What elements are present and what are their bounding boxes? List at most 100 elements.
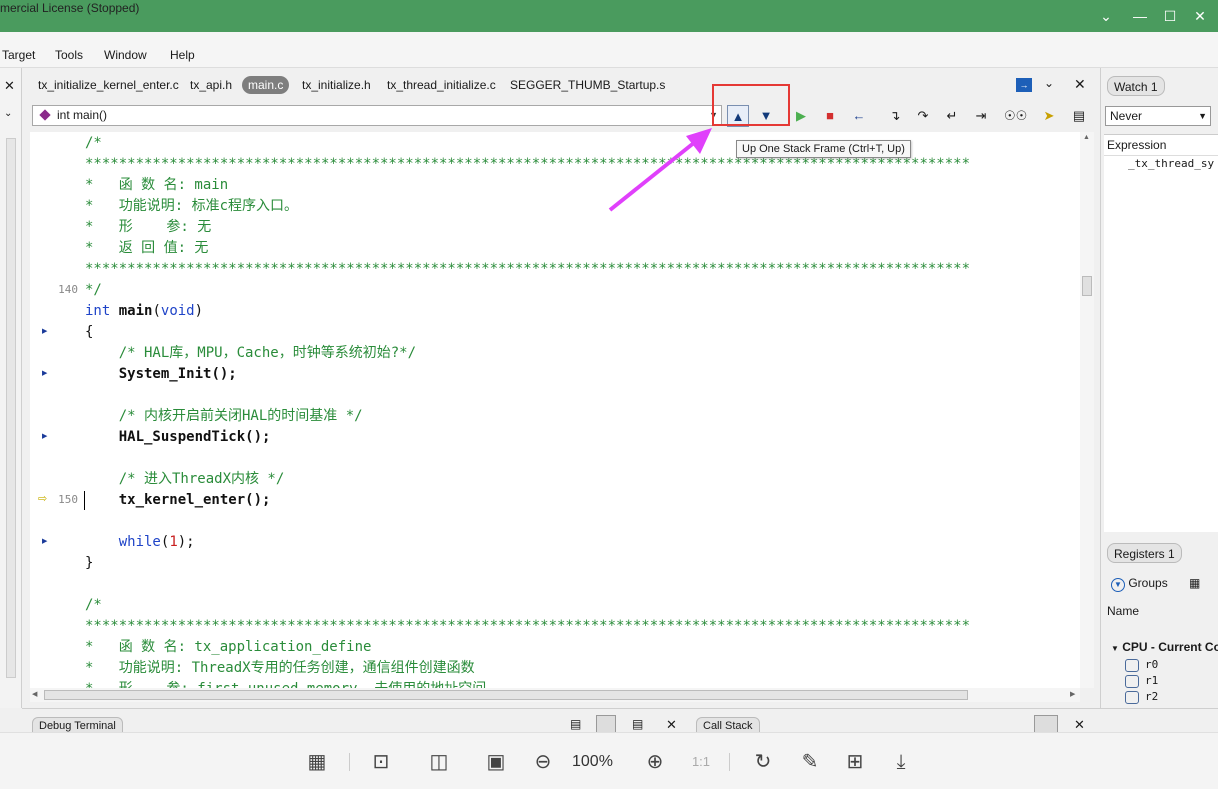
code-line[interactable]: /* (85, 133, 102, 154)
close-icon[interactable]: ✕ (4, 78, 15, 94)
tab-tx-thread-initialize[interactable]: tx_thread_initialize.c (381, 76, 502, 94)
glasses-icon[interactable]: ☉☉ (1004, 105, 1027, 127)
left-scrollbar[interactable] (6, 138, 16, 678)
code-line[interactable]: } (85, 553, 93, 574)
close-icon[interactable]: ✕ (1074, 717, 1085, 733)
terminal-option-icon[interactable]: ▤ (570, 717, 581, 731)
chevron-down-icon[interactable]: ⌄ (1044, 76, 1054, 90)
tab-call-stack[interactable]: Call Stack (696, 717, 760, 733)
vertical-scrollbar[interactable]: ▲ (1080, 132, 1094, 688)
tab-tx-api[interactable]: tx_api.h (184, 76, 238, 94)
tab-tx-initialize-h[interactable]: tx_initialize.h (296, 76, 377, 94)
chevron-down-icon: ▼ (1111, 644, 1119, 653)
register-row[interactable]: r2 (1125, 690, 1158, 704)
watch-table: Expression _tx_thread_sy (1104, 134, 1218, 532)
settings-icon[interactable] (1034, 715, 1058, 733)
tab-watch-1[interactable]: Watch 1 (1107, 76, 1165, 96)
code-line[interactable]: { (85, 322, 93, 343)
register-row[interactable]: r0 (1125, 658, 1158, 672)
code-line[interactable]: /* 进入ThreadX内核 */ (85, 469, 285, 490)
code-editor[interactable]: 140 ▶ ▶ ▶ 150 ⇨ ▶ /* **************************… (30, 132, 1090, 688)
layout-icon[interactable]: ▦ (304, 749, 330, 775)
scroll-thumb[interactable] (1082, 276, 1092, 296)
code-line[interactable]: * 功能说明: ThreadX专用的任务创建，通信组件创建函数 (85, 658, 475, 679)
tab-list-icon[interactable]: → (1016, 78, 1032, 92)
edit-icon[interactable]: ✎ (797, 749, 823, 775)
scroll-right-icon[interactable]: ▶ (1070, 690, 1075, 698)
step-over-icon[interactable]: ↷ (912, 105, 934, 127)
breakpoint-slot-icon[interactable]: ▶ (42, 537, 47, 545)
breakpoint-icon[interactable]: ➤ (1038, 105, 1060, 127)
code-line[interactable]: * 函 数 名: main (85, 175, 228, 196)
watch-refresh-select[interactable]: Never ▼ (1105, 106, 1211, 126)
zoom-out-icon[interactable]: ⊖ (530, 749, 556, 775)
code-line[interactable]: /* (85, 595, 102, 616)
code-line[interactable]: /* HAL库，MPU，Cache，时钟等系统初始?*/ (85, 343, 416, 364)
scroll-left-icon[interactable]: ◀ (32, 690, 37, 698)
minimize-icon[interactable]: — (1130, 6, 1150, 26)
one-to-one-icon[interactable]: 1:1 (688, 749, 714, 775)
reset-icon[interactable]: ← (848, 105, 870, 127)
terminal-option-icon[interactable] (596, 715, 616, 733)
code-line[interactable]: HAL_SuspendTick(); (85, 427, 271, 448)
maximize-icon[interactable]: ☐ (1160, 6, 1180, 26)
chevron-down-icon: ▼ (1198, 111, 1207, 121)
code-line[interactable]: int main(void) (85, 301, 203, 322)
code-line[interactable]: System_Init(); (85, 364, 237, 385)
close-icon[interactable]: ✕ (1074, 76, 1086, 93)
code-line[interactable]: while(1); (85, 532, 195, 553)
fit-to-window-icon[interactable]: ⊡ (368, 749, 394, 775)
menu-tools[interactable]: Tools (55, 48, 83, 62)
code-line[interactable]: /* 内核开启前关闭HAL的时间基准 */ (85, 406, 363, 427)
register-group-cpu[interactable]: ▼ CPU - Current Co (1111, 640, 1218, 654)
code-line[interactable]: * 函 数 名: tx_application_define (85, 637, 371, 658)
tab-registers-1[interactable]: Registers 1 (1107, 543, 1182, 563)
continue-icon[interactable]: ▶ (790, 105, 812, 127)
code-line[interactable]: ****************************************… (85, 259, 970, 280)
scroll-thumb[interactable] (44, 690, 968, 700)
code-line[interactable]: tx_kernel_enter(); (85, 490, 271, 511)
menu-help[interactable]: Help (170, 48, 195, 62)
zoom-in-icon[interactable]: ⊕ (642, 749, 668, 775)
groups-toggle[interactable]: ▼ Groups (1111, 576, 1168, 592)
breakpoint-slot-icon[interactable]: ▶ (42, 369, 47, 377)
breakpoint-slot-icon[interactable]: ▶ (42, 327, 47, 335)
chip-icon[interactable]: ▦ (1189, 576, 1200, 590)
zoom-level: 100% (572, 753, 613, 770)
translate-icon[interactable]: ◫ (426, 749, 452, 775)
tab-tx-initialize-kernel-enter[interactable]: tx_initialize_kernel_enter.c (32, 76, 185, 94)
download-icon[interactable]: ⤓ (888, 749, 914, 775)
tab-main-c[interactable]: main.c (242, 76, 290, 94)
menu-window[interactable]: Window (104, 48, 147, 62)
code-line[interactable]: * 形 参: first_unused_memory 未使用的地址空间 (85, 679, 486, 688)
code-line[interactable]: * 形 参: 无 (85, 217, 211, 238)
menu-target[interactable]: Target (2, 48, 35, 62)
code-line[interactable]: ****************************************… (85, 616, 970, 637)
line-number: 150 (58, 493, 78, 506)
terminal-option-icon[interactable]: ▤ (632, 717, 643, 731)
breakpoint-slot-icon[interactable]: ▶ (42, 432, 47, 440)
register-row[interactable]: r1 (1125, 674, 1158, 688)
register-group-label: CPU - Current Co (1122, 640, 1218, 654)
actual-size-icon[interactable]: ▣ (483, 749, 509, 775)
crop-icon[interactable]: ⊞ (842, 749, 868, 775)
close-icon[interactable]: ✕ (1190, 6, 1210, 26)
tab-segger-startup[interactable]: SEGGER_THUMB_Startup.s (504, 76, 671, 94)
chevron-down-icon[interactable]: ⌄ (4, 108, 12, 119)
watch-item[interactable]: _tx_thread_sy (1128, 157, 1214, 170)
code-line[interactable]: */ (85, 280, 102, 301)
rotate-icon[interactable]: ↻ (750, 749, 776, 775)
tab-debug-terminal[interactable]: Debug Terminal (32, 717, 123, 733)
scroll-up-icon[interactable]: ▲ (1083, 134, 1090, 141)
code-line[interactable]: * 功能说明: 标准c程序入口。 (85, 196, 298, 217)
disassembly-icon[interactable]: ▤ (1068, 105, 1090, 127)
stop-icon[interactable]: ■ (819, 105, 841, 127)
close-icon[interactable]: ✕ (666, 717, 677, 733)
chevron-down-icon[interactable]: ⌄ (1096, 6, 1116, 26)
run-to-cursor-icon[interactable]: ⇥ (970, 105, 992, 127)
step-into-icon[interactable]: ↴ (884, 105, 906, 127)
chevron-down-icon: ▼ (1111, 578, 1125, 592)
code-line[interactable]: * 返 回 值: 无 (85, 238, 208, 259)
horizontal-scrollbar[interactable]: ◀ ▶ (30, 688, 1080, 702)
step-out-icon[interactable]: ↵ (941, 105, 963, 127)
